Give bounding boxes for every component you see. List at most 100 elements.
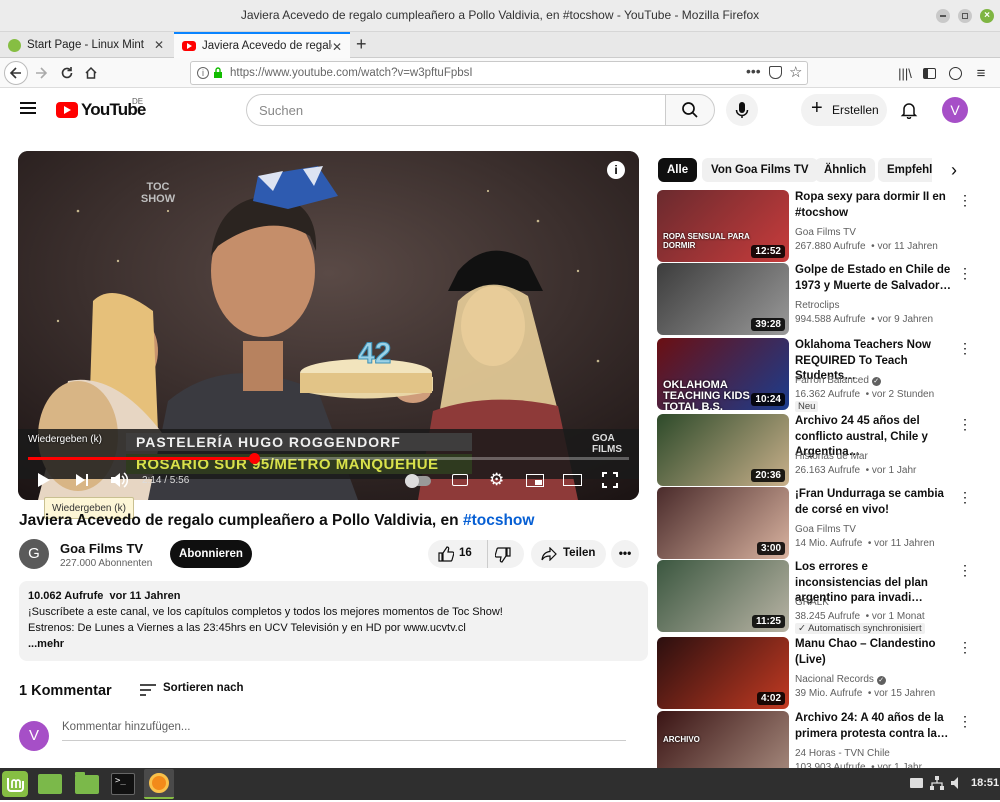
more-options-icon[interactable]: ⋮: [958, 639, 972, 656]
miniplayer-button[interactable]: [526, 474, 544, 487]
info-card-icon[interactable]: i: [607, 161, 625, 179]
autoplay-toggle[interactable]: [405, 474, 431, 488]
close-tab-icon[interactable]: ✕: [332, 40, 342, 54]
dislike-button[interactable]: [489, 540, 524, 568]
video-thumbnail[interactable]: OKLAHOMA TEACHING KIDS TOTAL B.S. 10:24: [657, 338, 789, 410]
next-button[interactable]: [75, 473, 89, 487]
lock-icon[interactable]: [213, 67, 223, 79]
minimize-button[interactable]: [936, 9, 950, 23]
files-folder-icon[interactable]: [75, 772, 99, 794]
show-more-link[interactable]: ...mehr: [28, 638, 64, 650]
recommendation-title[interactable]: ¡Fran Undurraga se cambia de corsé en vi…: [795, 487, 953, 518]
video-thumbnail[interactable]: 39:28: [657, 263, 789, 335]
video-thumbnail[interactable]: ROPA SENSUAL PARA DORMIR 12:52: [657, 190, 789, 262]
recommendation-channel[interactable]: Farron Balanced ✓: [795, 375, 881, 386]
recommendation-channel[interactable]: 24 Horas - TVN Chile: [795, 748, 890, 759]
more-actions-button[interactable]: •••: [611, 540, 639, 568]
bookmark-star-icon[interactable]: ☆: [789, 63, 802, 81]
recommendation-title[interactable]: Manu Chao – Clandestino (Live): [795, 637, 953, 668]
video-thumbnail[interactable]: 3:00: [657, 487, 789, 559]
recommendation-item[interactable]: 39:28 Golpe de Estado en Chile de 1973 y …: [657, 263, 997, 335]
fullscreen-button[interactable]: [602, 472, 618, 493]
recommendation-title[interactable]: Archivo 24: A 40 años de la primera prot…: [795, 711, 953, 742]
more-options-icon[interactable]: ⋮: [958, 489, 972, 506]
account-icon[interactable]: [946, 64, 964, 82]
recommendation-item[interactable]: ROPA SENSUAL PARA DORMIR 12:52 Ropa sexy p…: [657, 190, 997, 262]
volume-button[interactable]: [110, 472, 129, 493]
back-button[interactable]: [4, 61, 28, 85]
recommendation-channel[interactable]: Goa Films TV: [795, 524, 856, 535]
voice-search-button[interactable]: [726, 94, 758, 126]
forward-button[interactable]: [32, 64, 50, 82]
recommendation-channel[interactable]: Nacional Records ✓: [795, 674, 886, 685]
network-icon[interactable]: [930, 776, 944, 795]
address-bar[interactable]: i https://www.youtube.com/watch?v=w3pftu…: [190, 61, 808, 85]
recommendation-channel[interactable]: Retroclips: [795, 300, 839, 311]
tab-youtube-video[interactable]: Javiera Acevedo de regalo c ✕: [174, 32, 350, 58]
terminal-icon[interactable]: >_: [111, 773, 135, 795]
search-button[interactable]: [665, 94, 715, 126]
subtitles-button[interactable]: [452, 474, 468, 486]
more-options-icon[interactable]: ⋮: [958, 192, 972, 209]
video-player[interactable]: 42 TOC SHOW i PASTELERÍA HUGO ROGGENDORF…: [18, 151, 639, 500]
video-thumbnail[interactable]: 4:02: [657, 637, 789, 709]
recommendation-channel[interactable]: Goa Films TV: [795, 227, 856, 238]
more-options-icon[interactable]: ⋮: [958, 713, 972, 730]
menu-icon[interactable]: ≡: [972, 64, 990, 82]
maximize-button[interactable]: [958, 9, 972, 23]
play-button[interactable]: [38, 473, 50, 487]
theater-mode-button[interactable]: [563, 474, 582, 486]
pocket-icon[interactable]: [769, 66, 782, 79]
library-icon[interactable]: |||\: [896, 64, 914, 82]
more-options-icon[interactable]: ⋮: [958, 562, 972, 579]
recommendation-item[interactable]: 11:25 Los errores e inconsistencias del p…: [657, 560, 997, 634]
reload-button[interactable]: [58, 64, 76, 82]
more-options-icon[interactable]: ⋮: [958, 265, 972, 282]
printer-icon[interactable]: [910, 778, 923, 788]
progress-bar[interactable]: [28, 453, 629, 464]
tab-start-page[interactable]: Start Page - Linux Mint ✕: [0, 32, 172, 58]
settings-gear-icon[interactable]: ⚙: [489, 471, 504, 488]
chevron-right-icon[interactable]: ›: [943, 158, 965, 182]
recommendation-item[interactable]: 3:00 ¡Fran Undurraga se cambia de corsé e…: [657, 487, 997, 559]
clock[interactable]: 18:51: [971, 777, 999, 789]
video-thumbnail[interactable]: 11:25: [657, 560, 789, 632]
recommendation-title[interactable]: Ropa sexy para dormir II en #tocshow: [795, 190, 953, 221]
sidebar-icon[interactable]: [920, 64, 938, 82]
notifications-bell-icon[interactable]: [900, 101, 918, 124]
hamburger-menu-icon[interactable]: [20, 102, 36, 114]
page-actions-icon[interactable]: •••: [746, 63, 761, 79]
recommendation-channel[interactable]: Historias de Mar: [795, 451, 868, 462]
recommendation-item[interactable]: 4:02 Manu Chao – Clandestino (Live) Nacion…: [657, 637, 997, 709]
channel-avatar[interactable]: G: [19, 539, 49, 569]
subscribe-button[interactable]: Abonnieren: [170, 540, 252, 568]
volume-tray-icon[interactable]: [951, 776, 963, 795]
home-button[interactable]: [82, 64, 100, 82]
more-options-icon[interactable]: ⋮: [958, 416, 972, 433]
progress-scrubber[interactable]: [248, 453, 260, 464]
search-input[interactable]: Suchen: [246, 94, 666, 126]
share-button[interactable]: Teilen: [531, 540, 606, 568]
video-thumbnail[interactable]: 20:36: [657, 414, 789, 486]
show-desktop-icon[interactable]: [38, 774, 62, 794]
recommendation-item[interactable]: 20:36 Archivo 24 45 años del conflicto au…: [657, 414, 997, 486]
firefox-taskbar-button[interactable]: [144, 769, 174, 799]
chip-all[interactable]: Alle: [658, 158, 698, 182]
info-icon[interactable]: i: [197, 67, 209, 79]
recommendation-item[interactable]: OKLAHOMA TEACHING KIDS TOTAL B.S. 10:24 Ok…: [657, 338, 997, 412]
description-box[interactable]: 10.062 Aufrufe vor 11 Jahren ¡Suscríbete…: [19, 581, 648, 661]
chip-from-channel[interactable]: Von Goa Films TV: [702, 158, 818, 182]
like-button[interactable]: 16: [428, 540, 488, 568]
create-button[interactable]: + Erstellen: [801, 94, 887, 126]
comment-input[interactable]: Kommentar hinzufügen...: [62, 721, 626, 741]
chip-recommended[interactable]: Empfehlu: [878, 158, 932, 182]
mint-menu-button[interactable]: [2, 771, 28, 797]
close-tab-icon[interactable]: ✕: [154, 38, 164, 52]
close-window-button[interactable]: ×: [980, 9, 994, 23]
chip-related[interactable]: Ähnlich: [815, 158, 876, 182]
more-options-icon[interactable]: ⋮: [958, 340, 972, 357]
new-tab-button[interactable]: +: [356, 34, 367, 55]
user-avatar[interactable]: V: [942, 97, 968, 123]
recommendation-channel[interactable]: GRALK: [795, 597, 829, 608]
channel-name[interactable]: Goa Films TV: [60, 541, 143, 556]
